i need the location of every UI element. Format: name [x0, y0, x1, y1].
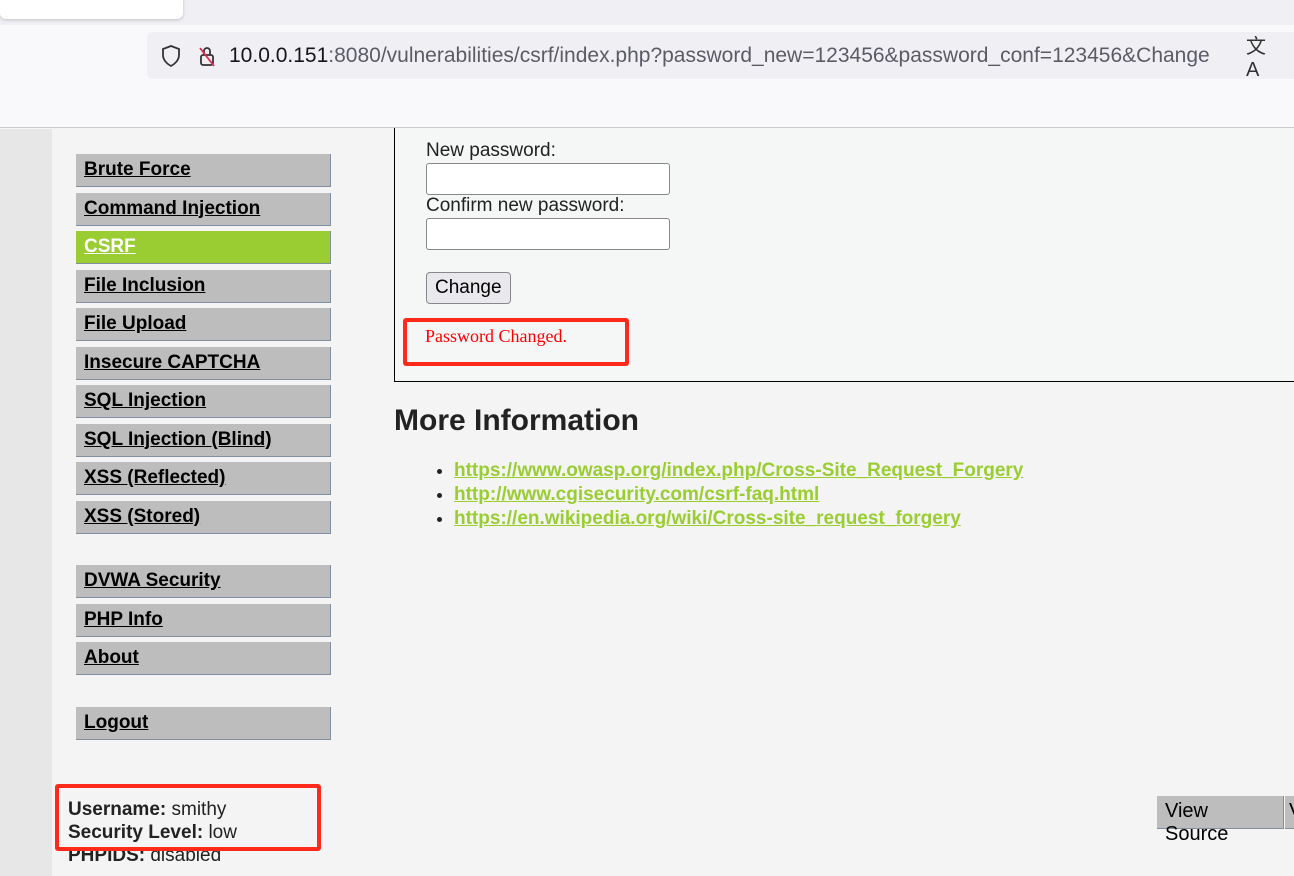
password-changed-annotation: Password Changed. [403, 318, 629, 366]
sidebar-item-csrf[interactable]: CSRF [76, 231, 331, 264]
new-password-label: New password: [426, 140, 556, 161]
sidebar-item-brute-force[interactable]: Brute Force [76, 154, 331, 187]
cgisecurity-link[interactable]: http://www.cgisecurity.com/csrf-faq.html [454, 484, 819, 505]
change-button[interactable]: Change [426, 272, 511, 304]
sidebar-item-file-inclusion[interactable]: File Inclusion [76, 269, 331, 303]
navigation-bar: 10.0.0.151:8080/vulnerabilities/csrf/ind… [0, 25, 1294, 128]
list-item: https://www.owasp.org/index.php/Cross-Si… [454, 460, 1023, 482]
sidebar-item-insecure-captcha[interactable]: Insecure CAPTCHA [76, 346, 331, 380]
active-tab[interactable] [0, 0, 183, 19]
sidebar-item-xss-reflected[interactable]: XSS (Reflected) [76, 462, 331, 495]
new-password-input[interactable] [426, 163, 670, 195]
address-bar[interactable]: 10.0.0.151:8080/vulnerabilities/csrf/ind… [147, 32, 1294, 81]
sidebar-item-dvwa-security[interactable]: DVWA Security [76, 565, 331, 598]
csrf-form-panel: New password: Confirm new password: Chan… [394, 128, 1294, 382]
tab-bar [0, 0, 1294, 25]
sidebar-item-file-upload[interactable]: File Upload [76, 308, 331, 341]
shield-icon[interactable] [159, 44, 183, 68]
menu-spacer [76, 681, 331, 707]
more-information-heading: More Information [394, 404, 639, 437]
owasp-link[interactable]: https://www.owasp.org/index.php/Cross-Si… [454, 460, 1023, 481]
user-info-annotation [55, 784, 321, 851]
view-help-button[interactable]: V [1285, 796, 1294, 829]
reference-links: https://www.owasp.org/index.php/Cross-Si… [414, 460, 1023, 532]
status-message: Password Changed. [425, 326, 567, 346]
menu-spacer [76, 539, 331, 565]
insecure-lock-icon[interactable] [195, 44, 219, 68]
sidebar-menu: Brute Force Command Injection CSRF File Inc… [76, 154, 331, 745]
wikipedia-link[interactable]: https://en.wikipedia.org/wiki/Cross-site… [454, 508, 961, 529]
sidebar-item-about[interactable]: About [76, 642, 331, 675]
sidebar-item-command-injection[interactable]: Command Injection [76, 192, 331, 226]
confirm-password-input[interactable] [426, 218, 670, 250]
sidebar-item-xss-stored[interactable]: XSS (Stored) [76, 500, 331, 534]
left-margin [0, 129, 52, 876]
list-item: https://en.wikipedia.org/wiki/Cross-site… [454, 508, 1023, 530]
sidebar-item-sql-injection-blind[interactable]: SQL Injection (Blind) [76, 423, 331, 457]
view-source-button[interactable]: View Source [1157, 796, 1284, 845]
sidebar-item-php-info[interactable]: PHP Info [76, 603, 331, 637]
list-item: http://www.cgisecurity.com/csrf-faq.html [454, 484, 1023, 506]
sidebar-item-logout[interactable]: Logout [76, 706, 331, 740]
translate-icon[interactable]: 文A [1246, 36, 1270, 81]
sidebar-item-sql-injection[interactable]: SQL Injection [76, 385, 331, 418]
url-text[interactable]: 10.0.0.151:8080/vulnerabilities/csrf/ind… [229, 44, 1234, 68]
url-host: 10.0.0.151 [229, 43, 329, 67]
confirm-password-label: Confirm new password: [426, 195, 625, 216]
url-path: :8080/vulnerabilities/csrf/index.php?pas… [328, 43, 1210, 67]
